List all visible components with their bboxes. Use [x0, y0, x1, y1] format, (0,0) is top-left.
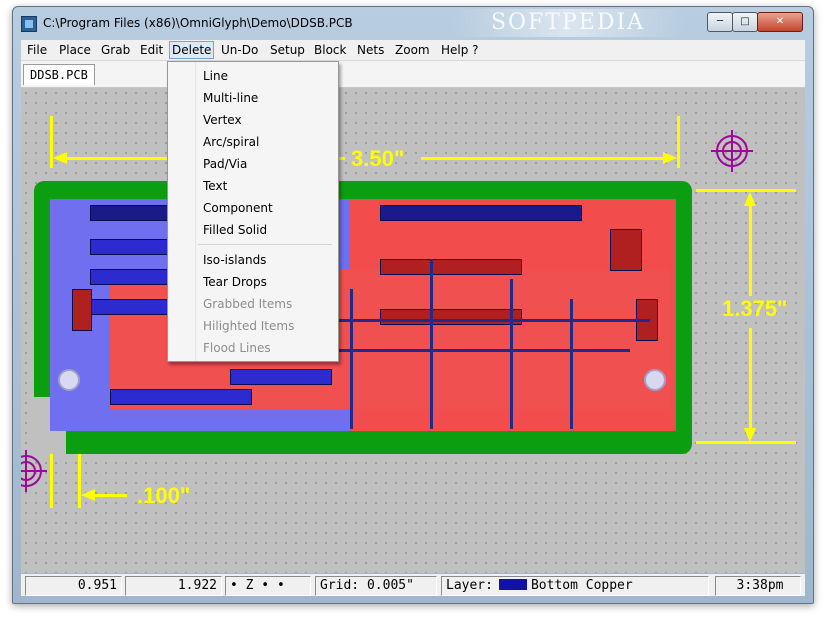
menu-item-tear-drops[interactable]: Tear Drops: [203, 272, 267, 292]
menu-help[interactable]: Help ?: [441, 42, 479, 58]
height-arrow-up: [744, 192, 756, 206]
layer-indicator: Layer: Bottom Copper: [441, 576, 709, 596]
ic-pad-row: [380, 309, 522, 325]
menu-delete[interactable]: Delete: [169, 41, 215, 59]
delete-menu-dropdown: Line Multi-line Vertex Arc/spiral Pad/Vi…: [167, 61, 339, 362]
width-dimension-line-right: [421, 157, 663, 160]
ic-pad-row: [230, 369, 332, 385]
height-dimension-label: 1.375": [722, 296, 788, 321]
mounting-hole: [58, 369, 80, 391]
layer-label: Layer:: [446, 578, 493, 593]
menu-gutter: [195, 62, 196, 361]
menu-edit[interactable]: Edit: [140, 42, 163, 58]
layer-color-swatch: [498, 579, 527, 590]
ic-pad-row: [380, 259, 522, 275]
menu-undo[interactable]: Un-Do: [221, 42, 258, 58]
component-pad: [72, 289, 92, 331]
status-bar: 0.951 1.922 • Z • • Grid: 0.005" Layer: B…: [21, 574, 805, 596]
height-dimension-line-top: [749, 206, 752, 296]
minimize-button[interactable]: ─: [707, 12, 733, 32]
ic-pad-row: [110, 389, 252, 405]
registration-target-icon: [711, 130, 753, 172]
component-pad: [610, 229, 642, 271]
app-icon: [21, 16, 37, 32]
height-dimension-line-bottom: [749, 328, 752, 428]
width-arrow-left: [53, 152, 67, 164]
dimension-extension-right: [677, 116, 680, 168]
title-bar[interactable]: C:\Program Files (x86)\OmniGlyph\Demo\DD…: [13, 7, 813, 39]
offset-dimension-line: [95, 494, 127, 497]
watermark-text: SOFTPEDIA: [453, 9, 683, 37]
menu-item-filled-solid[interactable]: Filled Solid: [203, 220, 267, 240]
mounting-hole: [644, 369, 666, 391]
trace: [290, 319, 650, 322]
window-title: C:\Program Files (x86)\OmniGlyph\Demo\DD…: [43, 16, 353, 30]
menu-item-flood-lines: Flood Lines: [203, 341, 271, 355]
menu-item-component[interactable]: Component: [203, 198, 273, 218]
width-dimension-label: 3.50": [351, 146, 405, 171]
menu-item-vertex[interactable]: Vertex: [203, 110, 242, 130]
menu-block[interactable]: Block: [314, 42, 346, 58]
menu-item-multi-line[interactable]: Multi-line: [203, 88, 258, 108]
height-arrow-down: [744, 428, 756, 442]
y-coordinate: 1.922: [125, 576, 222, 596]
trace: [510, 279, 513, 429]
menu-item-pad-via[interactable]: Pad/Via: [203, 154, 247, 174]
board-copper-area: [50, 199, 676, 431]
width-arrow-right: [663, 152, 677, 164]
trace: [350, 289, 353, 429]
menu-item-iso-islands[interactable]: Iso-islands: [203, 250, 266, 270]
menu-item-text[interactable]: Text: [203, 176, 227, 196]
snap-indicator: • Z • •: [225, 576, 311, 596]
menu-separator: [198, 244, 332, 245]
menu-file[interactable]: File: [27, 42, 47, 58]
maximize-button[interactable]: □: [732, 12, 758, 32]
menu-item-grabbed-items: Grabbed Items: [203, 297, 293, 311]
menu-item-hilighted-items: Hilighted Items: [203, 319, 295, 333]
menu-nets[interactable]: Nets: [357, 42, 384, 58]
trace: [570, 299, 573, 429]
offset-arrow: [81, 489, 95, 501]
trace: [430, 259, 433, 429]
menu-setup[interactable]: Setup: [270, 42, 305, 58]
menu-zoom[interactable]: Zoom: [395, 42, 430, 58]
document-tab-bar: DDSB.PCB: [21, 61, 805, 88]
menu-item-arc-spiral[interactable]: Arc/spiral: [203, 132, 259, 152]
layer-name: Bottom Copper: [530, 578, 633, 593]
trace: [310, 349, 630, 352]
close-button[interactable]: ✕: [757, 12, 803, 32]
pcb-board[interactable]: [34, 181, 692, 454]
menu-place[interactable]: Place: [59, 42, 91, 58]
menu-item-line[interactable]: Line: [203, 66, 228, 86]
registration-target-icon: [21, 450, 47, 492]
offset-dimension-label: .100": [137, 483, 191, 508]
x-coordinate: 0.951: [25, 576, 122, 596]
menu-bar: File Place Grab Edit Delete Un-Do Setup …: [21, 40, 805, 61]
tab-ddsb-pcb[interactable]: DDSB.PCB: [23, 64, 95, 85]
app-window: C:\Program Files (x86)\OmniGlyph\Demo\DD…: [12, 6, 814, 604]
menu-grab[interactable]: Grab: [101, 42, 130, 58]
clock: 3:38pm: [715, 576, 801, 596]
pcb-canvas[interactable]: 3.50" 1.375" .100": [21, 88, 805, 573]
grid-size: Grid: 0.005": [315, 576, 437, 596]
ic-pad-row: [380, 205, 582, 221]
